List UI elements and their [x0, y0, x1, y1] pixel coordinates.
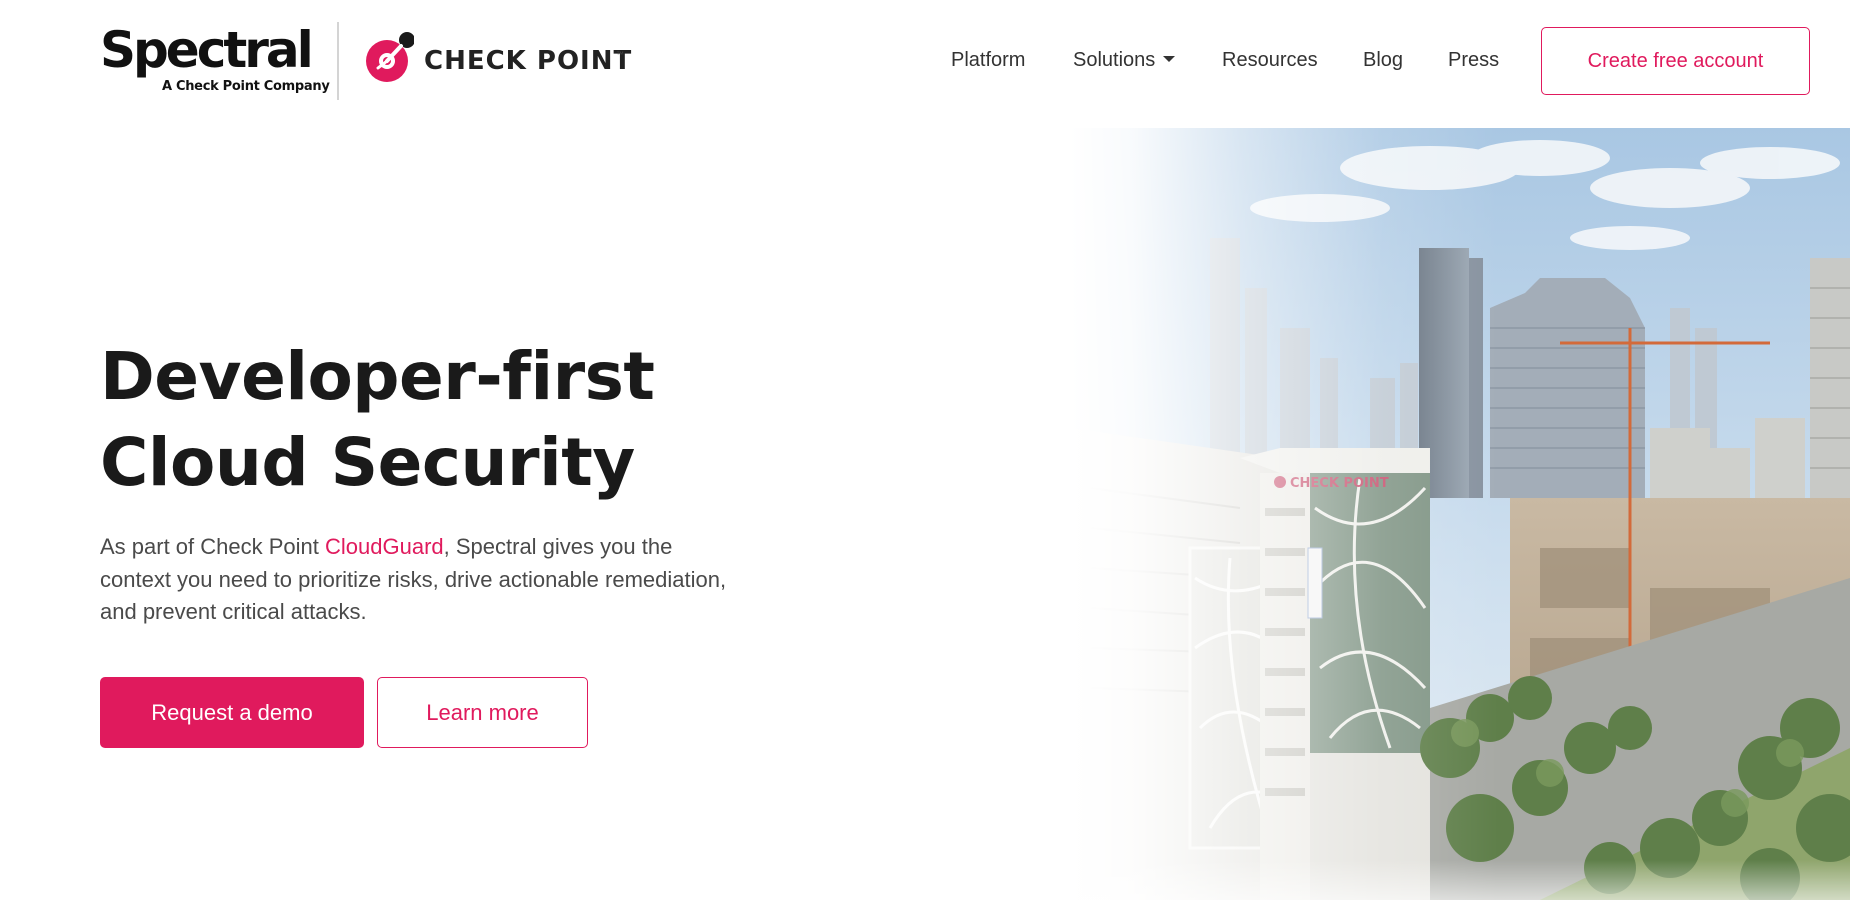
check-point-logo[interactable]: CHECK POINT ™ — [364, 22, 634, 82]
hero-title: Developer-first Cloud Security — [100, 334, 655, 506]
hero-description: As part of Check Point CloudGuard, Spect… — [100, 531, 740, 629]
chevron-down-icon — [1163, 55, 1176, 62]
spectral-logo-wordmark: Spectral — [100, 21, 314, 79]
cloudguard-link[interactable]: CloudGuard — [325, 534, 444, 559]
check-point-logo-icon — [366, 32, 414, 82]
request-demo-button[interactable]: Request a demo — [100, 677, 364, 748]
nav-item-resources[interactable]: Resources — [1222, 46, 1318, 74]
check-point-wordmark: CHECK POINT — [424, 46, 633, 76]
building-sign-text: CHECK POINT — [1290, 476, 1389, 491]
hero-description-pre: As part of Check Point — [100, 534, 325, 559]
nav-item-blog[interactable]: Blog — [1363, 46, 1403, 74]
hero-title-line-1: Developer-first — [100, 338, 655, 415]
hero-cityscape-image: CHECK POINT — [1070, 128, 1850, 900]
site-header: Spectral A Check Point Company CHECK POI… — [0, 0, 1850, 124]
logo-divider — [337, 22, 339, 100]
nav-item-press[interactable]: Press — [1448, 46, 1499, 74]
spectral-logo-tagline: A Check Point Company — [162, 79, 330, 94]
trademark-symbol: ™ — [616, 50, 624, 59]
nav-item-platform[interactable]: Platform — [951, 46, 1025, 74]
create-free-account-button[interactable]: Create free account — [1541, 27, 1810, 95]
hero-title-line-2: Cloud Security — [100, 424, 635, 501]
spectral-logo[interactable]: Spectral A Check Point Company — [100, 21, 330, 102]
learn-more-button[interactable]: Learn more — [377, 677, 588, 748]
nav-item-solutions[interactable]: Solutions — [1073, 46, 1176, 74]
nav-item-solutions-label: Solutions — [1073, 49, 1156, 71]
